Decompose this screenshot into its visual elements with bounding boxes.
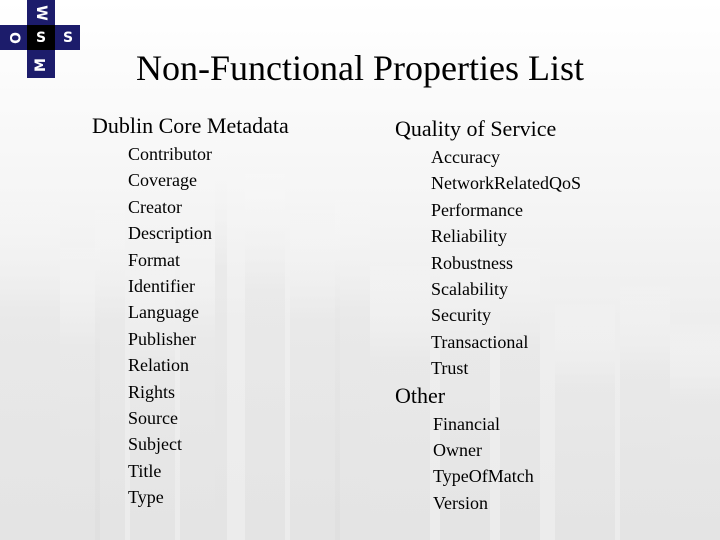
logo-letter-left: O	[6, 32, 22, 44]
list-item: Coverage	[128, 170, 197, 191]
section-heading-dublin-core: Dublin Core Metadata	[92, 113, 289, 138]
list-item: Format	[128, 249, 180, 270]
list-item: TypeOfMatch	[433, 466, 534, 487]
list-item: Title	[128, 460, 162, 481]
logo-letter-right: S	[62, 30, 74, 46]
list-item: Language	[128, 302, 199, 323]
list-item: Security	[431, 305, 491, 326]
list-item: Publisher	[128, 328, 197, 349]
slide-title: Non-Functional Properties List	[136, 48, 584, 88]
list-item: Subject	[128, 434, 182, 455]
list-item: Contributor	[128, 144, 212, 164]
list-item: Trust	[431, 358, 469, 379]
logo-letter-top: W	[33, 5, 49, 21]
list-item: Relation	[128, 355, 189, 376]
list-item: Performance	[431, 199, 523, 220]
list-item: Type	[128, 487, 164, 508]
list-item: Version	[433, 492, 488, 513]
list-item: Financial	[433, 413, 500, 434]
list-item: Creator	[128, 196, 182, 217]
list-item: Description	[128, 223, 212, 244]
list-item: Reliability	[431, 226, 507, 247]
other-list: Financial Owner TypeOfMatch Version	[395, 411, 581, 517]
list-item: Robustness	[431, 252, 514, 273]
section-heading-quality-of-service: Quality of Service	[395, 116, 557, 141]
section-heading-other: Other	[395, 382, 446, 408]
dublin-core-column: Dublin Core Metadata Contributor Coverage…	[92, 112, 289, 511]
quality-of-service-list: Accuracy NetworkRelatedQoS Performance Reli…	[395, 144, 581, 382]
dublin-core-list: Contributor Coverage Creator Description For…	[92, 141, 289, 511]
list-item: Transactional	[431, 331, 529, 352]
list-item: Owner	[433, 440, 482, 461]
list-item: NetworkRelatedQoS	[431, 173, 581, 194]
list-item: Identifier	[128, 276, 195, 297]
qos-column: Quality of Service Accuracy NetworkRelate…	[395, 115, 581, 516]
list-item: Scalability	[431, 279, 508, 300]
list-item: Rights	[128, 381, 176, 402]
logo-letter-center: S	[35, 30, 47, 46]
list-item: Source	[128, 408, 178, 429]
list-item: Accuracy	[431, 147, 500, 167]
